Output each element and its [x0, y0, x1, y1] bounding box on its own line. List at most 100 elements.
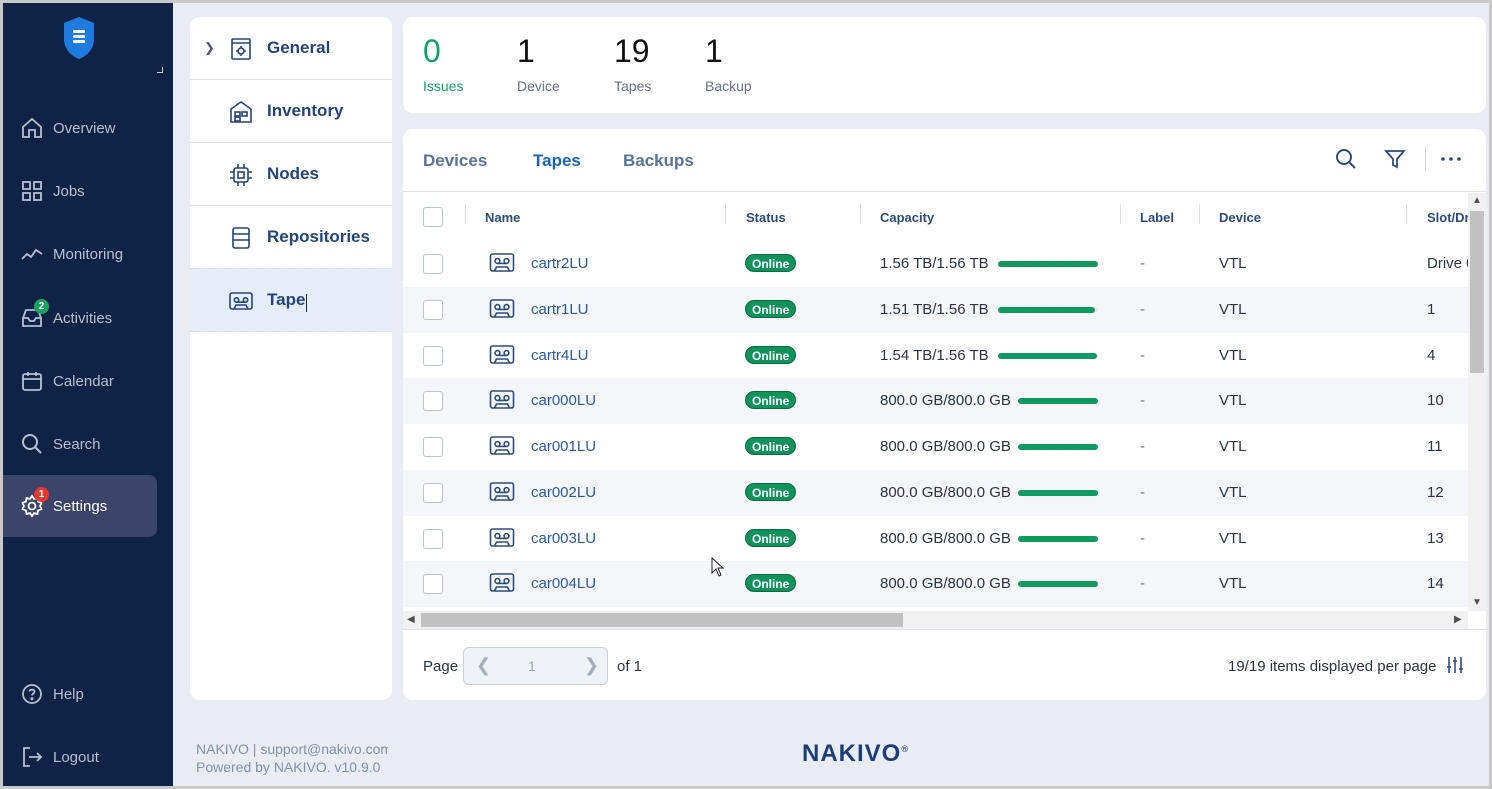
settings-item-general[interactable]: ❯ General — [190, 17, 392, 80]
scroll-down-icon[interactable]: ▼ — [1472, 597, 1482, 608]
row-checkbox[interactable] — [423, 574, 443, 595]
app-logo-icon[interactable] — [61, 15, 97, 61]
capacity-bar — [998, 261, 1098, 267]
device-cell: VTL — [1219, 346, 1247, 364]
footer-support[interactable]: NAKIVO | support@nakivo.com — [196, 740, 388, 758]
logout-icon — [19, 744, 45, 770]
stat-issues[interactable]: 0 Issues — [423, 32, 463, 94]
horizontal-scroll-thumb[interactable] — [421, 613, 903, 627]
column-settings-icon[interactable] — [1445, 655, 1465, 675]
tape-name-link[interactable]: car000LU — [531, 392, 596, 409]
tape-icon — [489, 572, 515, 594]
stat-label: Tapes — [614, 78, 652, 94]
settings-item-nodes[interactable]: Nodes — [190, 143, 392, 206]
column-header-device[interactable]: Device — [1219, 210, 1261, 225]
nav-settings[interactable]: 1 Settings — [3, 475, 157, 537]
nav-settings-label: Settings — [53, 497, 108, 515]
grid-icon — [19, 178, 45, 204]
nav-jobs[interactable]: Jobs — [3, 160, 157, 222]
column-header-status[interactable]: Status — [746, 210, 786, 225]
help-icon — [19, 681, 45, 707]
nav-calendar[interactable]: Calendar — [3, 350, 157, 412]
tab-backups[interactable]: Backups — [623, 151, 694, 171]
pagination-bar: Page ❮ 1 ❯ of 1 19/19 items displayed pe… — [403, 629, 1486, 700]
row-checkbox[interactable] — [423, 254, 443, 274]
table-row[interactable]: car004LU Online 800.0 GB/800.0 GB - VTL 14 — [403, 561, 1468, 608]
collapse-nav-icon[interactable] — [157, 67, 163, 73]
slot-cell: 4 — [1427, 346, 1436, 364]
previous-page-icon[interactable]: ❮ — [476, 655, 491, 676]
table-row[interactable]: cartr4LU Online 1.54 TB/1.56 TB - VTL 4 — [403, 333, 1468, 379]
nav-logout[interactable]: Logout — [3, 726, 157, 788]
table-row[interactable]: car002LU Online 800.0 GB/800.0 GB - VTL 12 — [403, 469, 1468, 516]
tape-name-link[interactable]: car003LU — [531, 530, 596, 547]
tape-icon — [228, 288, 254, 314]
scroll-left-icon[interactable]: ◀ — [407, 614, 415, 625]
vertical-scrollbar[interactable]: ▲ ▼ — [1468, 193, 1486, 611]
capacity-bar — [1018, 444, 1098, 450]
row-checkbox[interactable] — [423, 391, 443, 412]
filter-icon[interactable] — [1383, 147, 1407, 171]
settings-item-inventory[interactable]: Inventory — [190, 80, 392, 143]
row-checkbox[interactable] — [423, 437, 443, 457]
home-icon — [19, 115, 45, 141]
column-header-slot[interactable]: Slot/Drive — [1427, 210, 1468, 225]
column-header-capacity[interactable]: Capacity — [880, 210, 934, 225]
table-row[interactable]: cartr1LU Online 1.51 TB/1.56 TB - VTL 1 — [403, 286, 1468, 333]
stat-device[interactable]: 1 Device — [517, 32, 560, 94]
table-row[interactable]: cartr2LU Online 1.56 TB/1.56 TB - VTL Drive 0 — [403, 241, 1468, 287]
capacity-text: 800.0 GB/800.0 GB — [880, 483, 1011, 501]
tab-devices[interactable]: Devices — [423, 151, 487, 171]
horizontal-scrollbar[interactable]: ◀ ▶ — [403, 611, 1468, 629]
column-header-label[interactable]: Label — [1140, 210, 1174, 225]
nav-help-label: Help — [53, 685, 84, 703]
table-row[interactable]: car003LU Online 800.0 GB/800.0 GB - VTL 13 — [403, 516, 1468, 562]
tape-name-link[interactable]: cartr1LU — [531, 301, 589, 318]
tape-name-link[interactable]: cartr2LU — [531, 255, 589, 272]
tape-name-link[interactable]: car002LU — [531, 484, 596, 501]
brand-mark: ® — [901, 744, 909, 754]
column-divider — [465, 204, 466, 224]
select-all-checkbox[interactable] — [423, 207, 443, 227]
page-number-input[interactable]: 1 — [528, 658, 536, 674]
tape-name-link[interactable]: car001LU — [531, 438, 596, 455]
stat-backup[interactable]: 1 Backup — [705, 32, 752, 94]
stat-label: Backup — [705, 78, 752, 94]
next-page-icon[interactable]: ❯ — [584, 655, 599, 676]
table-row[interactable]: car001LU Online 800.0 GB/800.0 GB - VTL 11 — [403, 424, 1468, 470]
capacity-bar-fill — [1018, 444, 1098, 450]
nav-help[interactable]: Help — [3, 663, 157, 725]
tab-tapes[interactable]: Tapes — [533, 151, 581, 171]
row-checkbox[interactable] — [423, 299, 443, 320]
nav-calendar-label: Calendar — [53, 372, 114, 390]
capacity-text: 800.0 GB/800.0 GB — [880, 575, 1011, 593]
tape-name-link[interactable]: cartr4LU — [531, 347, 589, 364]
nav-search[interactable]: Search — [3, 413, 157, 475]
chevron-right-icon[interactable]: ❯ — [204, 40, 215, 56]
scroll-up-icon[interactable]: ▲ — [1472, 195, 1482, 206]
settings-doc-icon — [228, 36, 254, 62]
nav-monitoring[interactable]: Monitoring — [3, 223, 157, 285]
slot-cell: 13 — [1427, 529, 1444, 547]
search-icon[interactable] — [1334, 147, 1358, 171]
settings-item-tape[interactable]: Tape — [190, 269, 392, 332]
scroll-right-icon[interactable]: ▶ — [1454, 614, 1462, 625]
page-stepper[interactable]: ❮ 1 ❯ — [463, 647, 608, 685]
settings-item-repositories[interactable]: Repositories — [190, 206, 392, 269]
row-checkbox[interactable] — [423, 528, 443, 549]
vertical-scroll-thumb[interactable] — [1470, 211, 1484, 373]
stat-tapes[interactable]: 19 Tapes — [614, 32, 651, 94]
more-options-icon[interactable] — [1439, 147, 1463, 171]
row-checkbox[interactable] — [423, 482, 443, 503]
tape-name-link[interactable]: car004LU — [531, 575, 596, 592]
nav-activities[interactable]: 2 Activities — [3, 287, 157, 349]
settings-badge: 1 — [34, 487, 49, 502]
device-cell: VTL — [1219, 575, 1247, 593]
nav-overview[interactable]: Overview — [3, 97, 157, 159]
nav-overview-label: Overview — [53, 119, 116, 137]
column-header-name[interactable]: Name — [485, 210, 520, 225]
row-checkbox[interactable] — [423, 345, 443, 366]
capacity-bar-fill — [1018, 581, 1098, 588]
label-cell: - — [1140, 346, 1145, 364]
table-row[interactable]: car000LU Online 800.0 GB/800.0 GB - VTL 10 — [403, 378, 1468, 425]
